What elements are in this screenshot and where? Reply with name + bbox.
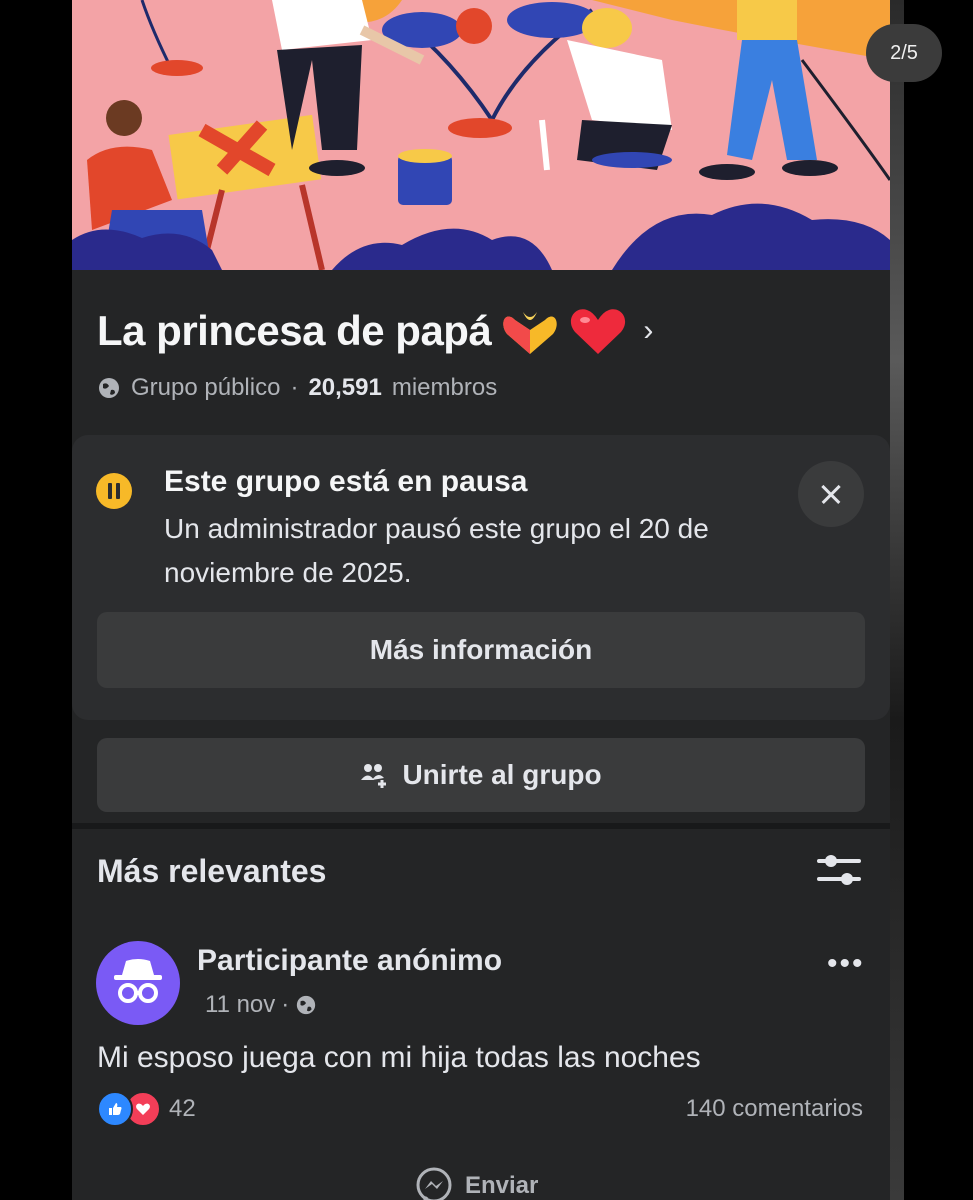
chevron-right-icon[interactable]: › — [643, 314, 653, 348]
phone-screen: La princesa de papá › Grupo público · 20… — [72, 0, 890, 1200]
more-info-button[interactable]: Más información — [97, 612, 865, 688]
group-title[interactable]: La princesa de papá — [97, 307, 492, 355]
group-meta: Grupo público · 20,591 miembros — [97, 374, 497, 402]
join-group-label: Unirte al grupo — [402, 759, 602, 790]
comments-count[interactable]: 140 comentarios — [686, 1095, 863, 1123]
globe-icon — [99, 378, 119, 398]
avatar[interactable] — [96, 941, 180, 1025]
globe-icon — [297, 995, 316, 1015]
close-icon[interactable] — [798, 461, 864, 527]
group-cover-image — [72, 0, 890, 270]
pause-icon — [96, 473, 132, 509]
send-button[interactable]: Enviar — [415, 1167, 538, 1200]
pause-title: Este grupo está en pausa — [164, 465, 528, 498]
post-reactions[interactable]: 42 — [97, 1091, 196, 1127]
gift-heart-emoji-icon — [503, 312, 558, 354]
group-privacy: Grupo público — [131, 374, 281, 401]
incognito-icon — [114, 959, 162, 1003]
member-count: 20,591 — [308, 374, 382, 401]
pause-notice-card: Este grupo está en pausa Un administrado… — [72, 435, 890, 720]
post-meta: 11 nov · — [205, 991, 317, 1019]
member-label: miembros — [391, 374, 498, 401]
post-text: Mi esposo juega con mi hija todas las no… — [97, 1041, 701, 1074]
post-date[interactable]: 11 nov — [205, 991, 275, 1019]
group-header: La princesa de papá › Grupo público · 20… — [72, 270, 890, 430]
background-edge — [890, 0, 904, 1200]
join-group-icon — [361, 764, 387, 788]
messenger-icon — [416, 1167, 452, 1200]
filter-icon[interactable] — [817, 851, 861, 891]
post-author[interactable]: Participante anónimo — [197, 944, 502, 978]
page-indicator: 2/5 — [866, 24, 942, 82]
meta-separator: · — [281, 991, 290, 1018]
pause-description: Un administrador pausó este grupo el 20 … — [164, 513, 709, 588]
join-group-button[interactable]: Unirte al grupo — [97, 738, 865, 812]
group-title-row[interactable]: La princesa de papá › — [97, 306, 653, 356]
meta-separator: · — [290, 374, 299, 401]
like-icon — [97, 1091, 133, 1127]
red-heart-emoji-icon — [571, 309, 626, 354]
feed-sort-title[interactable]: Más relevantes — [97, 853, 326, 890]
group-feed: Más relevantes Participante anónimo 11 n… — [72, 829, 890, 1200]
reaction-count: 42 — [169, 1095, 196, 1122]
more-icon[interactable]: ••• — [827, 947, 865, 981]
send-label: Enviar — [465, 1172, 539, 1199]
